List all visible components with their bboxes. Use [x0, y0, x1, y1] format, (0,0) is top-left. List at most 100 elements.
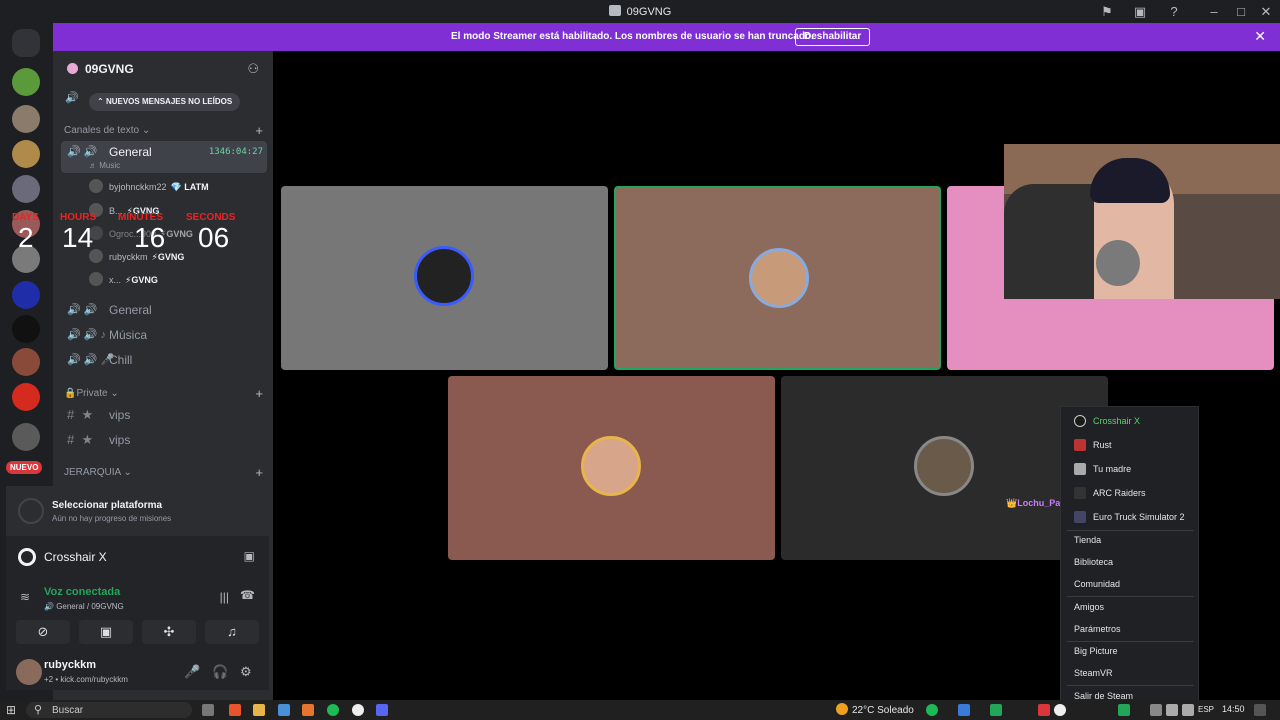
channel-musica[interactable]: 🔊 🔊 ♪ Música [61, 324, 267, 346]
channel-general1[interactable]: 🔊 🔊 General [61, 299, 267, 321]
server-icon[interactable] [12, 68, 40, 96]
search-icon: ⚲ [34, 704, 43, 716]
settings-gear-icon[interactable]: ⚙ [240, 664, 252, 680]
app-icon[interactable] [278, 704, 290, 716]
category-text-channels[interactable]: Canales de texto ⌄ [64, 125, 150, 136]
music-icon: 🔊 🔊 ♪ [67, 329, 107, 341]
menu-item-biblioteca[interactable]: Biblioteca [1074, 553, 1113, 571]
disable-streamer-button[interactable]: Deshabilitar [795, 28, 871, 46]
participant-tile[interactable] [781, 376, 1108, 560]
crosshair-icon [18, 548, 36, 566]
share-screen-button[interactable]: ▣ [79, 620, 133, 644]
menu-item-euro-truck[interactable]: Euro Truck Simulator 2 [1074, 508, 1185, 526]
menu-item-comunidad[interactable]: Comunidad [1074, 575, 1120, 593]
clock[interactable]: 14:50 [1222, 704, 1245, 714]
noise-suppression-icon[interactable]: ||| [220, 590, 229, 604]
close-banner-icon[interactable]: ✕ [1254, 28, 1266, 45]
avatar [914, 436, 974, 496]
tray-spotify-icon[interactable] [926, 704, 938, 716]
microphone-icon: 🔊 🔊 🎤 [67, 354, 115, 366]
quest-card[interactable]: Seleccionar plataforma Aún no hay progre… [6, 486, 269, 536]
signal-icon[interactable]: ≋ [20, 590, 30, 604]
menu-item-rust[interactable]: Rust [1074, 436, 1112, 454]
add-channel-icon[interactable]: + [255, 465, 263, 480]
avatar [414, 246, 474, 306]
inbox-icon[interactable]: ⚑ [1099, 4, 1115, 20]
server-header[interactable]: 09GVNG ⚇ [53, 51, 273, 87]
voice-user[interactable]: x... ⚡GVNG [89, 270, 158, 290]
avatar[interactable] [16, 659, 42, 685]
new-badge: NUEVO [6, 461, 43, 474]
unread-messages-pill[interactable]: ⌃ NUEVOS MENSAJES NO LEÍDOS [89, 93, 241, 111]
brave-icon[interactable] [229, 704, 241, 716]
menu-item-arc-raiders[interactable]: ARC Raiders [1074, 484, 1146, 502]
spotify-icon[interactable] [327, 704, 339, 716]
discord-icon[interactable] [376, 704, 388, 716]
tray-app-icon[interactable] [990, 704, 1002, 716]
participant-tile[interactable] [448, 376, 775, 560]
activity-row[interactable]: Crosshair X ▣ [6, 542, 269, 572]
task-view-icon[interactable] [202, 704, 214, 716]
server-folder-icon[interactable] [12, 423, 40, 451]
screen-share-icon[interactable]: ▣ [1132, 4, 1148, 20]
window-title: 09GVNG [0, 5, 1280, 18]
participant-tile[interactable] [281, 186, 608, 370]
category-private[interactable]: 🔒Private ⌄ [64, 388, 119, 399]
invite-icon[interactable]: ⚇ [247, 61, 259, 77]
server-icon[interactable] [12, 348, 40, 376]
weather-widget[interactable]: 22°C Soleado [836, 703, 914, 716]
menu-item-tienda[interactable]: Tienda [1074, 531, 1101, 549]
microphone-icon[interactable]: 🎤 [184, 664, 200, 680]
help-icon[interactable]: ? [1166, 4, 1182, 20]
menu-item-parametros[interactable]: Parámetros [1074, 620, 1121, 638]
tray-steam-icon[interactable] [1054, 704, 1066, 716]
channel-vips[interactable]: # ★ vips [61, 429, 267, 451]
menu-item-big-picture[interactable]: Big Picture [1074, 642, 1118, 660]
server-icon[interactable] [12, 105, 40, 133]
maximize-icon[interactable]: □ [1233, 4, 1249, 20]
hashtag-star-icon: # ★ [67, 432, 94, 447]
menu-item-steamvr[interactable]: SteamVR [1074, 664, 1113, 682]
menu-divider [1067, 596, 1194, 597]
tray-bluetooth-icon[interactable] [958, 704, 970, 716]
minimize-icon[interactable]: – [1206, 4, 1222, 20]
windows-start-icon[interactable]: ⊞ [6, 703, 16, 717]
channel-vips[interactable]: # ★ vips [61, 404, 267, 426]
category-jerarquia[interactable]: JERARQUIA ⌄ [64, 467, 132, 478]
menu-item-amigos[interactable]: Amigos [1074, 598, 1104, 616]
username: rubyckkm [44, 659, 96, 671]
quest-title: Seleccionar plataforma [52, 500, 163, 511]
server-icon[interactable] [12, 281, 40, 309]
soundboard-button[interactable]: ♫ [205, 620, 259, 644]
server-icon[interactable] [12, 383, 40, 411]
activities-button[interactable]: ✣ [142, 620, 196, 644]
server-icon[interactable] [12, 315, 40, 343]
hashtag-star-icon: # ★ [67, 407, 94, 422]
headphones-icon[interactable]: 🎧 [212, 664, 228, 680]
add-channel-icon[interactable]: + [255, 123, 263, 138]
file-explorer-icon[interactable] [253, 704, 265, 716]
menu-item-tu-madre[interactable]: Tu madre [1074, 460, 1131, 478]
language-indicator[interactable]: ESP [1198, 705, 1214, 714]
volume-icon[interactable] [1182, 704, 1194, 716]
wifi-icon[interactable] [1166, 704, 1178, 716]
channel-chill[interactable]: 🔊 🔊 🎤 Chill [61, 349, 267, 371]
sun-icon [836, 703, 848, 715]
stream-icon[interactable]: ▣ [244, 549, 255, 563]
notifications-icon[interactable] [1254, 704, 1266, 716]
quest-icon [18, 498, 44, 524]
tray-app-icon[interactable] [1150, 704, 1162, 716]
steam-icon[interactable] [352, 704, 364, 716]
app-icon[interactable] [302, 704, 314, 716]
discord-home-icon[interactable] [12, 29, 40, 57]
participant-tile-speaking[interactable] [614, 186, 941, 370]
menu-item-crosshair-x[interactable]: Crosshair X [1074, 412, 1140, 430]
camera-off-button[interactable]: ⊘ [16, 620, 70, 644]
tray-app-icon[interactable] [1038, 704, 1050, 716]
game-icon [1074, 487, 1086, 499]
tray-app-icon[interactable] [1118, 704, 1130, 716]
disconnect-icon[interactable]: ☎ [240, 588, 255, 602]
search-box[interactable]: ⚲ Buscar [26, 702, 192, 718]
add-channel-icon[interactable]: + [255, 386, 263, 401]
close-icon[interactable]: ✕ [1258, 4, 1274, 20]
